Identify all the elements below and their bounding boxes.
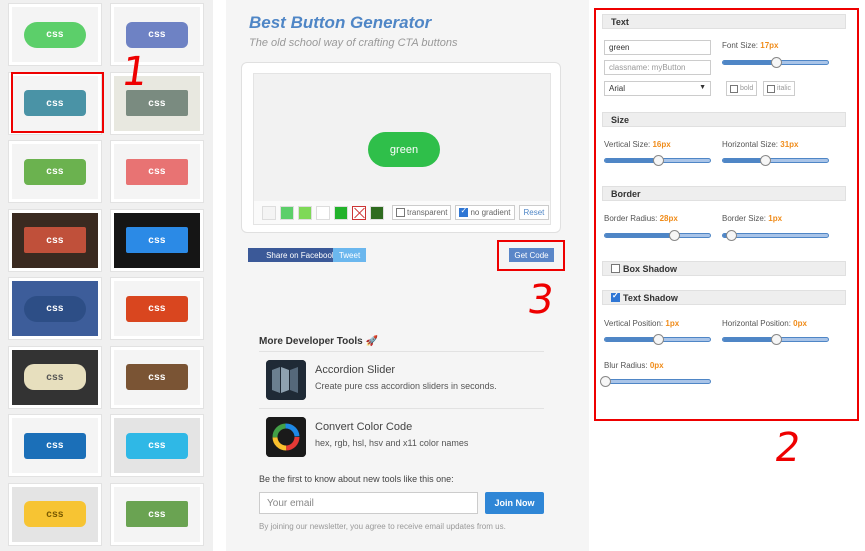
gallery-button-preview[interactable]: css: [126, 364, 188, 390]
gallery-button-preview[interactable]: css: [24, 501, 86, 527]
join-now-button[interactable]: Join Now: [485, 492, 544, 514]
gallery-button-preview[interactable]: css: [24, 432, 86, 459]
preview-card: green transparent no gradient Reset: [241, 62, 561, 233]
color-swatch[interactable]: [280, 205, 294, 220]
gallery-button-preview[interactable]: css: [24, 158, 86, 185]
gallery-tile[interactable]: css: [8, 277, 102, 340]
gallery-button-preview[interactable]: css: [126, 432, 188, 459]
gallery-tile[interactable]: css: [8, 345, 102, 409]
generated-button[interactable]: green: [368, 132, 440, 167]
page-subtitle: The old school way of crafting CTA butto…: [249, 37, 458, 49]
accordion-slider-icon: [266, 360, 306, 400]
tool-description: Create pure css accordion sliders in sec…: [315, 381, 497, 391]
tool-convert-color-code[interactable]: Convert Color Code hex, rgb, hsl, hsv an…: [259, 408, 544, 464]
gallery-button-preview[interactable]: css: [126, 295, 188, 322]
transparent-checkbox[interactable]: transparent: [392, 205, 452, 220]
tool-name: Accordion Slider: [315, 364, 396, 376]
annotation-box-3: [497, 240, 565, 271]
tool-name: Convert Color Code: [315, 421, 413, 433]
gallery-button-preview[interactable]: css: [126, 21, 188, 48]
tweet-button[interactable]: Tweet: [333, 248, 366, 262]
gallery-tile[interactable]: css: [8, 140, 102, 203]
gallery-tile[interactable]: css: [110, 208, 204, 272]
no-gradient-checkbox[interactable]: no gradient: [455, 205, 515, 220]
tool-accordion-slider[interactable]: Accordion Slider Create pure css accordi…: [259, 351, 544, 407]
gallery-tile[interactable]: css: [8, 414, 102, 477]
color-swatch[interactable]: [370, 205, 384, 220]
gallery-button-preview[interactable]: css: [24, 227, 86, 253]
tool-description: hex, rgb, hsl, hsv and x11 color names: [315, 438, 469, 448]
page-title: Best Button Generator: [249, 13, 432, 32]
gallery-tile[interactable]: css: [8, 208, 102, 272]
annotation-box-1: [11, 72, 104, 133]
color-swatch[interactable]: [334, 205, 348, 220]
gallery-tile[interactable]: css: [110, 140, 204, 203]
preview-area: green: [253, 73, 551, 203]
gallery-button-preview[interactable]: css: [24, 21, 86, 48]
gallery-button-preview[interactable]: css: [24, 295, 86, 322]
gallery-tile[interactable]: css: [110, 414, 204, 477]
gallery-tile[interactable]: css: [8, 3, 102, 66]
color-swatch[interactable]: [316, 205, 330, 220]
gallery-tile[interactable]: css: [110, 345, 204, 409]
gallery-tile[interactable]: css: [110, 482, 204, 546]
color-swatches: transparent no gradient Reset: [253, 201, 551, 225]
color-wheel-icon: [266, 417, 306, 457]
gallery-button-preview[interactable]: css: [126, 227, 188, 253]
newsletter-text: Be the first to know about new tools lik…: [259, 474, 454, 484]
color-swatch[interactable]: [262, 205, 276, 220]
reset-button[interactable]: Reset: [518, 205, 550, 220]
gallery-button-preview[interactable]: css: [126, 158, 188, 185]
more-tools-heading: More Developer Tools 🚀: [259, 336, 378, 347]
gallery-button-preview[interactable]: css: [24, 364, 86, 390]
gallery-tile[interactable]: css: [8, 482, 102, 546]
no-color-swatch[interactable]: [352, 205, 366, 220]
gallery-button-preview[interactable]: css: [126, 501, 188, 527]
gallery-tile[interactable]: css: [110, 277, 204, 340]
main-content: Best Button Generator The old school way…: [226, 0, 589, 551]
annotation-box-2: [594, 8, 859, 421]
email-field[interactable]: Your email: [259, 492, 478, 514]
newsletter-disclaimer: By joining our newsletter, you agree to …: [259, 522, 506, 531]
color-swatch[interactable]: [298, 205, 312, 220]
